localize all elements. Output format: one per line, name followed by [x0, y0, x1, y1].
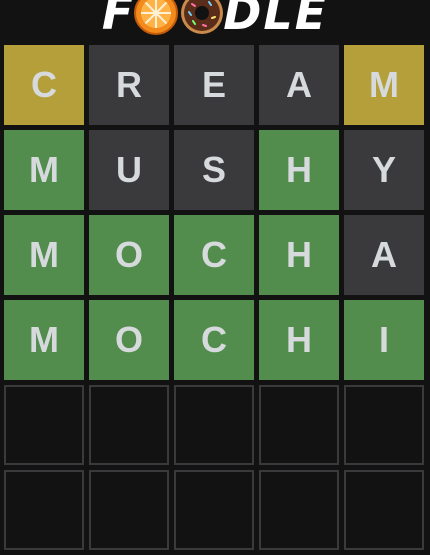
tile-empty [259, 470, 339, 550]
board-row [4, 385, 424, 465]
tile-empty [89, 385, 169, 465]
tile-empty [174, 385, 254, 465]
tile-empty [344, 385, 424, 465]
tile-absent: Y [344, 130, 424, 210]
tile-absent: U [89, 130, 169, 210]
tile-correct: H [259, 130, 339, 210]
tile-correct: M [4, 215, 84, 295]
tile-correct: H [259, 215, 339, 295]
orange-slice-icon [134, 0, 179, 35]
tile-absent: R [89, 45, 169, 125]
board-row: MUSHY [4, 130, 424, 210]
tile-absent: A [344, 215, 424, 295]
board-row: MOCHI [4, 300, 424, 380]
logo-text-right: DLE [223, 0, 329, 40]
tile-empty [4, 470, 84, 550]
logo-food-icons [133, 0, 225, 36]
tile-correct: M [4, 130, 84, 210]
tile-present: M [344, 45, 424, 125]
tile-empty [259, 385, 339, 465]
tile-empty [174, 470, 254, 550]
donut-icon [181, 0, 224, 34]
tile-correct: C [174, 300, 254, 380]
tile-correct: M [4, 300, 84, 380]
board-row [4, 470, 424, 550]
tile-correct: O [89, 300, 169, 380]
board-row: MOCHA [4, 215, 424, 295]
tile-absent: A [259, 45, 339, 125]
tile-correct: O [89, 215, 169, 295]
tile-absent: E [174, 45, 254, 125]
tile-empty [344, 470, 424, 550]
app-logo: F DLE [101, 0, 329, 40]
game-board: CREAMMUSHYMOCHAMOCHI [4, 45, 424, 555]
tile-empty [89, 470, 169, 550]
tile-correct: C [174, 215, 254, 295]
tile-absent: S [174, 130, 254, 210]
logo-text-left: F [101, 0, 136, 40]
board-row: CREAM [4, 45, 424, 125]
tile-empty [4, 385, 84, 465]
header: F DLE [0, 0, 430, 42]
tile-present: C [4, 45, 84, 125]
tile-correct: H [259, 300, 339, 380]
tile-correct: I [344, 300, 424, 380]
